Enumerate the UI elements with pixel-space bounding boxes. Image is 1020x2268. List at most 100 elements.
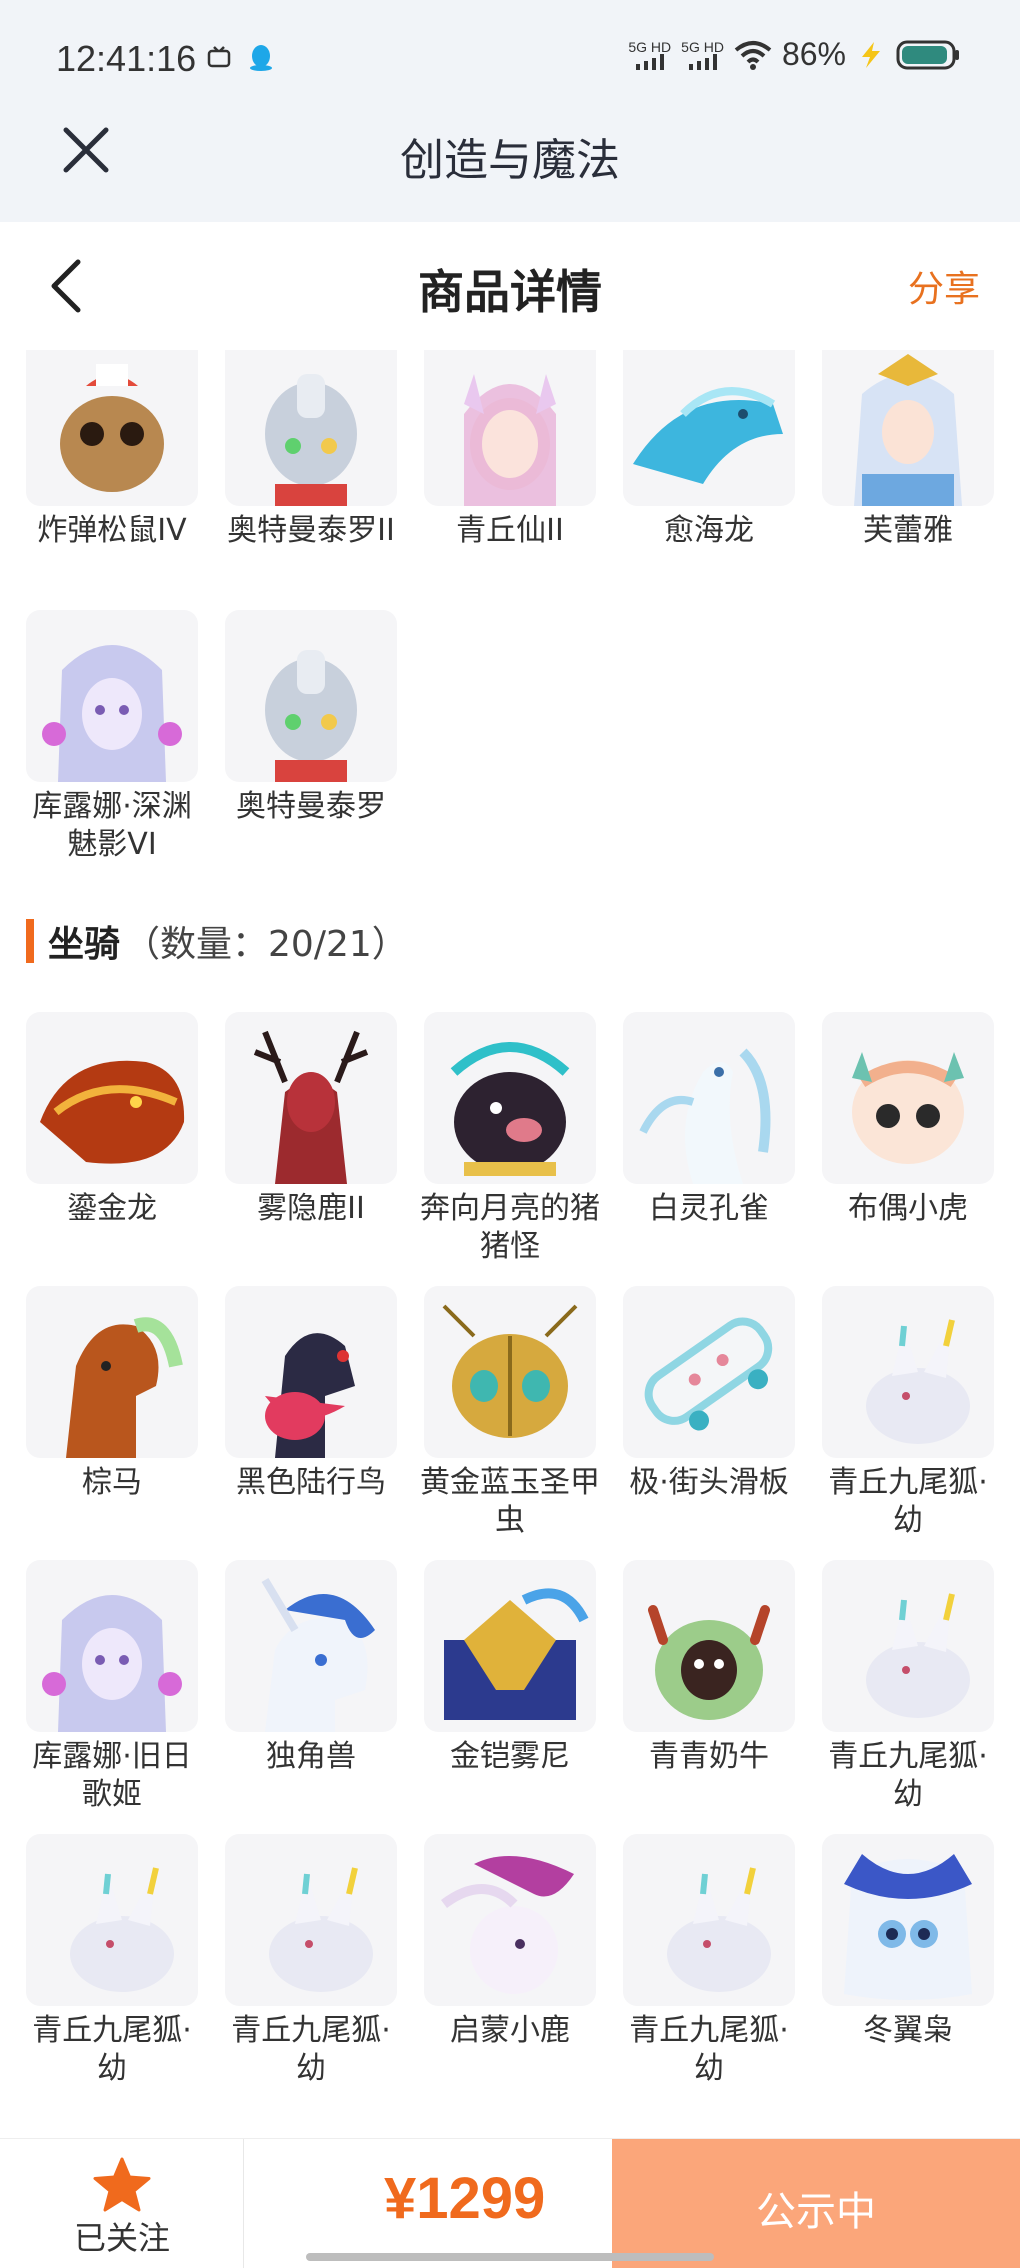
gold-dragon-icon [26, 1012, 198, 1184]
status-button[interactable]: 公示中 [612, 2139, 1020, 2268]
signal-1: 5G HD [628, 40, 671, 70]
item-name: 青丘仙II [456, 513, 564, 548]
battery-percent: 86% [781, 36, 846, 72]
owl-icon [822, 1834, 994, 2006]
mount-item[interactable]: 青青奶牛 [623, 1560, 795, 1834]
mount-grid: 鎏金龙 雾隐鹿II 奔向月亮的猪猪怪 白灵孔雀 布偶小虎棕马 黑色陆行鸟 黄金蓝玉圣甲虫 极·… [26, 1012, 1006, 2108]
mount-item[interactable]: 极·街头滑板 [623, 1286, 795, 1560]
status-right: 5G HD 5G HD 86% [628, 36, 960, 73]
fashion-item[interactable]: 炸弹松鼠IV [26, 350, 198, 608]
freya-icon [822, 350, 994, 506]
mount-item[interactable]: 金铠雾尼 [424, 1560, 596, 1834]
fox-cub-icon [26, 1834, 198, 2006]
item-name: 奔向月亮的猪猪怪 [420, 1191, 600, 1264]
fashion-item[interactable]: 库露娜·深渊魅影VI [26, 610, 198, 884]
mount-item[interactable]: 青丘九尾狐·幼 [225, 1834, 397, 2108]
mount-item[interactable]: 库露娜·旧日歌姬 [26, 1560, 198, 1834]
status-time: 12:41:16 [56, 38, 197, 79]
fox-cub-icon [822, 1286, 994, 1458]
section-header: 坐骑 （数量：20/21） [26, 918, 408, 965]
item-name: 奥特曼泰罗II [227, 513, 395, 548]
mount-item[interactable]: 黑色陆行鸟 [225, 1286, 397, 1560]
mount-item[interactable]: 冬翼枭 [822, 1834, 994, 2108]
wifi-icon [734, 40, 772, 70]
section-count: （数量：20/21） [124, 924, 408, 965]
mount-item[interactable]: 棕马 [26, 1286, 198, 1560]
item-name: 白灵孔雀 [649, 1191, 769, 1226]
item-name: 芙蕾雅 [863, 513, 953, 548]
item-name: 冬翼枭 [863, 2013, 953, 2048]
fashion-item[interactable]: 愈海龙 [623, 350, 795, 608]
mount-item[interactable]: 青丘九尾狐·幼 [822, 1286, 994, 1560]
fashion-item[interactable]: 芙蕾雅 [822, 350, 994, 608]
fashion-item[interactable]: 奥特曼泰罗 [225, 610, 397, 884]
item-name: 炸弹松鼠IV [37, 513, 187, 548]
item-name: 愈海龙 [664, 513, 754, 548]
bottom-bar: 已关注 ¥1299 公示中 [0, 2138, 1020, 2268]
pig-icon [424, 1012, 596, 1184]
mount-item[interactable]: 奔向月亮的猪猪怪 [420, 1012, 600, 1286]
qq-icon [250, 45, 272, 71]
black-bird-icon [225, 1286, 397, 1458]
section-title: 坐骑 [48, 924, 121, 965]
content-area[interactable]: 炸弹松鼠IV 奥特曼泰罗II 青丘仙II 愈海龙 芙蕾雅 库露娜·深渊魅影VI 奥特曼泰罗 … [0, 350, 1020, 2138]
horse-icon [26, 1286, 198, 1458]
charging-icon [862, 41, 880, 68]
item-name: 青丘九尾狐·幼 [629, 2013, 789, 2086]
item-name: 棕马 [82, 1465, 142, 1500]
fox-cub-icon [822, 1560, 994, 1732]
item-name: 启蒙小鹿 [450, 2013, 570, 2048]
price: ¥1299 [384, 2166, 546, 2231]
page-title: 商品详情 [418, 265, 602, 319]
armor-bird-icon [424, 1560, 596, 1732]
fawn-icon [424, 1834, 596, 2006]
mount-item[interactable]: 青丘九尾狐·幼 [623, 1834, 795, 2108]
peacock-icon [623, 1012, 795, 1184]
unicorn-icon [225, 1560, 397, 1732]
mount-item[interactable]: 白灵孔雀 [623, 1012, 795, 1286]
fox-cub-icon [623, 1834, 795, 2006]
fox-cub-icon [225, 1834, 397, 2006]
mount-item[interactable]: 青丘九尾狐·幼 [822, 1560, 994, 1834]
signal-2: 5G HD [681, 40, 724, 70]
squirrel-icon [26, 350, 198, 506]
follow-button[interactable]: 已关注 [0, 2139, 244, 2268]
mount-item[interactable]: 鎏金龙 [26, 1012, 198, 1286]
tiger-icon [822, 1012, 994, 1184]
fashion-grid: 炸弹松鼠IV 奥特曼泰罗II 青丘仙II 愈海龙 芙蕾雅库露娜·深渊魅影VI 奥特曼泰罗 [26, 350, 1006, 884]
item-name: 鎏金龙 [67, 1191, 157, 1226]
item-name: 青丘九尾狐·幼 [32, 2013, 192, 2086]
fashion-item[interactable]: 奥特曼泰罗II [225, 350, 397, 608]
item-name: 独角兽 [266, 1739, 356, 1774]
item-name: 金铠雾尼 [450, 1739, 570, 1774]
item-name: 库露娜·深渊魅影VI [32, 789, 192, 862]
kuluna-icon [26, 1560, 198, 1732]
mount-item[interactable]: 青丘九尾狐·幼 [26, 1834, 198, 2108]
sea-dragon-icon [623, 350, 795, 506]
cow-icon [623, 1560, 795, 1732]
deer-icon [225, 1012, 397, 1184]
item-name: 奥特曼泰罗 [236, 789, 386, 824]
mount-item[interactable]: 布偶小虎 [822, 1012, 994, 1286]
app-bar: 创造与魔法 [0, 110, 1020, 222]
status-button-label: 公示中 [756, 2189, 876, 2235]
item-name: 黑色陆行鸟 [236, 1465, 386, 1500]
item-name: 雾隐鹿II [257, 1191, 365, 1226]
app-title: 创造与魔法 [400, 135, 620, 186]
mount-item[interactable]: 独角兽 [225, 1560, 397, 1834]
mount-item[interactable]: 雾隐鹿II [225, 1012, 397, 1286]
item-name: 青丘九尾狐·幼 [828, 1465, 988, 1538]
item-name: 青青奶牛 [649, 1739, 769, 1774]
scarab-icon [424, 1286, 596, 1458]
home-indicator[interactable] [306, 2253, 714, 2261]
mount-item[interactable]: 启蒙小鹿 [424, 1834, 596, 2108]
item-name: 库露娜·旧日歌姬 [32, 1739, 192, 1812]
status-bar: 12:41:16 5G HD 5G HD 86% [0, 0, 1020, 110]
signal-bars-icon [635, 53, 664, 70]
share-button[interactable]: 分享 [908, 260, 980, 312]
ultraman-icon [225, 350, 397, 506]
follow-label: 已关注 [73, 2219, 170, 2257]
item-name: 布偶小虎 [848, 1191, 968, 1226]
mount-item[interactable]: 黄金蓝玉圣甲虫 [420, 1286, 600, 1560]
fashion-item[interactable]: 青丘仙II [424, 350, 596, 608]
